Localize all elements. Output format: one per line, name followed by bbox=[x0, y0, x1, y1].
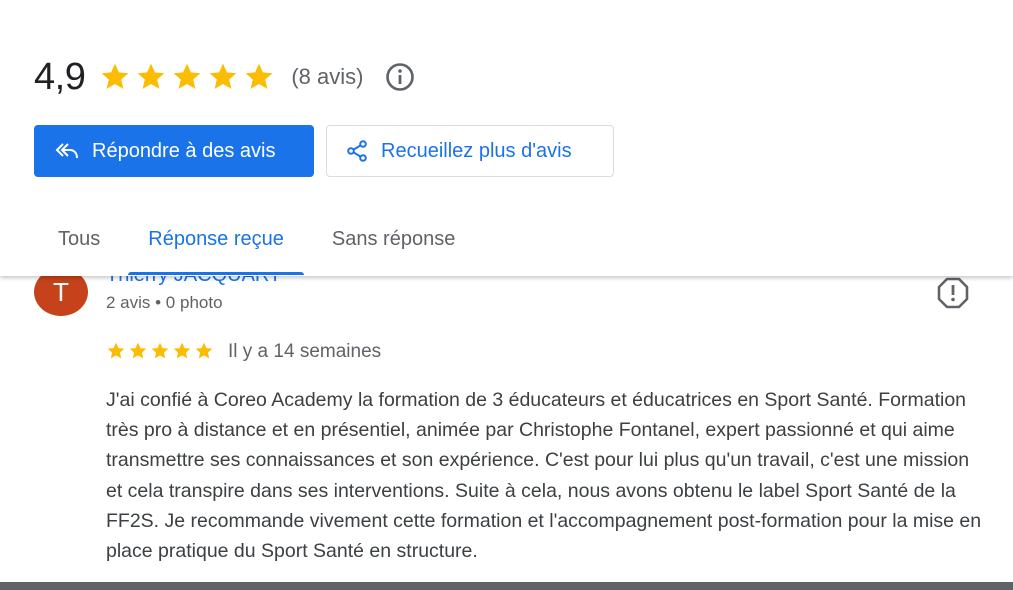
star-icon bbox=[101, 63, 129, 89]
rating-stars bbox=[99, 61, 275, 93]
star-icon bbox=[173, 63, 201, 89]
star-icon bbox=[129, 342, 147, 359]
review-text: J'ai confié à Coreo Academy la formation… bbox=[106, 389, 982, 563]
rating-summary: 4,9 (8 avis) bbox=[34, 54, 415, 100]
review-date: Il y a 14 semaines bbox=[228, 341, 382, 362]
star-icon bbox=[107, 342, 125, 359]
reply-all-icon bbox=[55, 143, 78, 159]
review-count: (8 avis) bbox=[291, 64, 364, 89]
collect-reviews-button[interactable]: Recueillez plus d'avis bbox=[326, 125, 614, 177]
star-icon bbox=[173, 342, 191, 359]
review-filter-tabs: Tous Réponse reçue Sans réponse bbox=[34, 216, 479, 275]
window-bottom-edge bbox=[0, 582, 1013, 590]
star-icon bbox=[151, 342, 169, 359]
rating-score: 4,9 bbox=[34, 55, 86, 98]
tab-unanswered[interactable]: Sans réponse bbox=[308, 216, 479, 274]
star-icon bbox=[209, 63, 237, 89]
tab-all[interactable]: Tous bbox=[34, 216, 124, 274]
tab-answered[interactable]: Réponse reçue bbox=[124, 216, 308, 275]
report-icon[interactable] bbox=[936, 276, 970, 310]
info-icon[interactable] bbox=[385, 62, 415, 92]
share-icon bbox=[347, 140, 367, 162]
reviews-header: 4,9 (8 avis) Répondre à des avis Recueil… bbox=[0, 0, 1013, 276]
review-author-meta: 2 avis • 0 photo bbox=[106, 293, 223, 312]
review-card: T Thierry JACQUART 2 avis • 0 photo Il y… bbox=[0, 240, 1013, 590]
reply-reviews-button[interactable]: Répondre à des avis bbox=[34, 125, 314, 177]
review-stars bbox=[106, 341, 214, 361]
star-icon bbox=[195, 342, 213, 359]
reply-reviews-label: Répondre à des avis bbox=[92, 139, 276, 162]
star-icon bbox=[137, 63, 165, 89]
collect-reviews-label: Recueillez plus d'avis bbox=[381, 139, 572, 162]
star-icon bbox=[245, 63, 273, 89]
